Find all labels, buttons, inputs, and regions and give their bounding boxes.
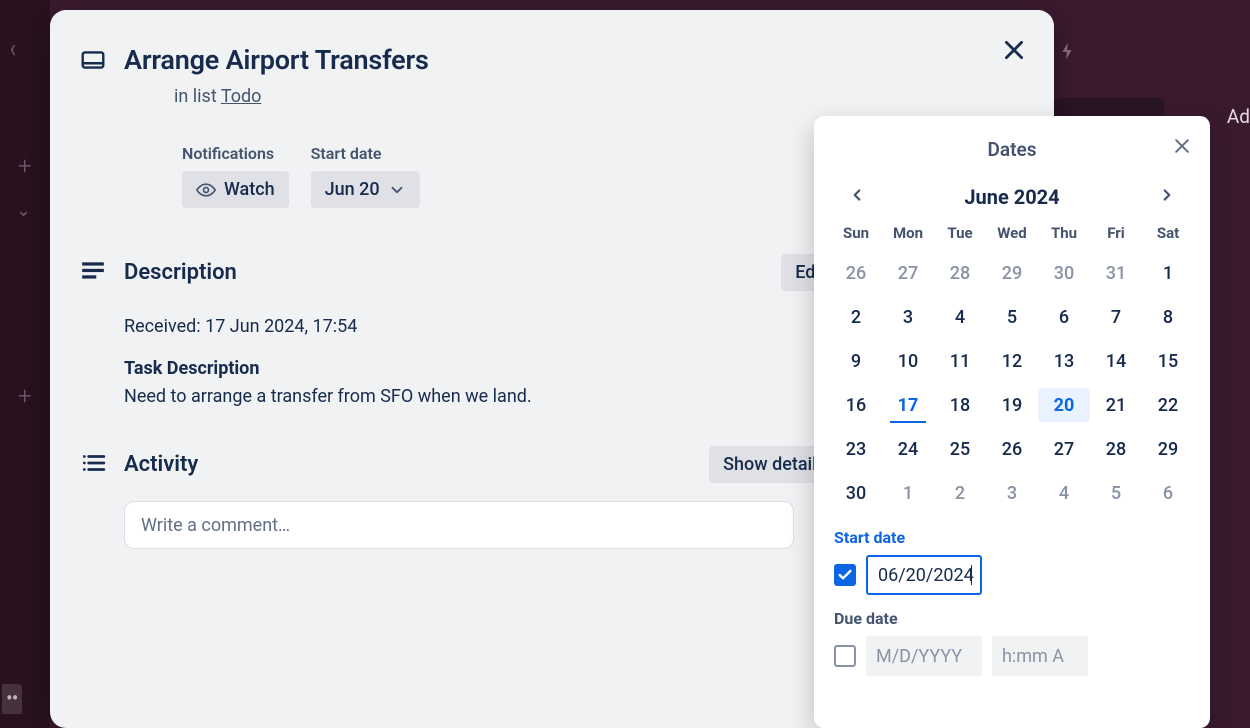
calendar-day[interactable]: 2 (830, 300, 882, 334)
calendar-day[interactable]: 28 (1090, 432, 1142, 466)
sidebar-overflow-icon[interactable]: •• (2, 684, 22, 714)
startdate-field-label: Start date (834, 528, 1190, 547)
calendar-day[interactable]: 16 (830, 388, 882, 422)
calendar-day[interactable]: 28 (934, 256, 986, 290)
bg-add-text: Ad (1227, 105, 1250, 128)
back-chevron-icon[interactable]: › (10, 36, 16, 67)
calendar-day[interactable]: 26 (830, 256, 882, 290)
dates-popover: Dates June 2024 SunMonTueWedThuFriSat262… (814, 116, 1210, 728)
calendar-day[interactable]: 21 (1090, 388, 1142, 422)
notifications-label: Notifications (182, 144, 289, 163)
calendar-day[interactable]: 10 (882, 344, 934, 378)
comment-placeholder: Write a comment… (141, 515, 290, 536)
calendar-day[interactable]: 12 (986, 344, 1038, 378)
calendar-day[interactable]: 8 (1142, 300, 1194, 334)
calendar-day[interactable]: 30 (1038, 256, 1090, 290)
startdate-checkbox[interactable] (834, 564, 856, 586)
comment-input[interactable]: Write a comment… (124, 501, 794, 549)
calendar-day[interactable]: 27 (882, 256, 934, 290)
calendar-day[interactable]: 1 (1142, 256, 1194, 290)
automation-icon (1056, 40, 1078, 66)
activity-heading: Activity (124, 452, 709, 477)
card-title: Arrange Airport Transfers (124, 44, 429, 76)
startdate-input[interactable]: 06/20/2024 (866, 555, 982, 595)
calendar-day[interactable]: 11 (934, 344, 986, 378)
calendar-day[interactable]: 3 (986, 476, 1038, 510)
calendar-day[interactable]: 14 (1090, 344, 1142, 378)
list-link[interactable]: Todo (221, 86, 262, 107)
dow-header: Fri (1090, 224, 1142, 246)
list-breadcrumb: in list Todo (174, 86, 261, 107)
description-heading: Description (124, 260, 781, 285)
prev-month-button[interactable] (842, 180, 872, 214)
duedate-input[interactable]: M/D/YYYY (866, 636, 982, 676)
calendar-day[interactable]: 20 (1038, 388, 1090, 422)
close-button[interactable] (996, 32, 1032, 68)
calendar-day[interactable]: 24 (882, 432, 934, 466)
dow-header: Thu (1038, 224, 1090, 246)
duedate-checkbox[interactable] (834, 645, 856, 667)
dow-header: Sat (1142, 224, 1194, 246)
calendar-day[interactable]: 29 (986, 256, 1038, 290)
sidebar-add-icon[interactable]: + (18, 382, 32, 410)
calendar-day[interactable]: 5 (1090, 476, 1142, 510)
dow-header: Wed (986, 224, 1038, 246)
calendar-day[interactable]: 26 (986, 432, 1038, 466)
desc-subheading: Task Description (124, 355, 810, 383)
dow-header: Mon (882, 224, 934, 246)
calendar-day[interactable]: 23 (830, 432, 882, 466)
startdate-label: Start date (311, 144, 420, 163)
in-list-prefix: in list (174, 86, 221, 107)
startdate-value: Jun 20 (325, 179, 380, 200)
dow-header: Tue (934, 224, 986, 246)
month-label: June 2024 (964, 185, 1059, 209)
calendar-day[interactable]: 13 (1038, 344, 1090, 378)
duedate-field-label: Due date (834, 609, 1190, 628)
calendar-day[interactable]: 30 (830, 476, 882, 510)
desc-received: Received: 17 Jun 2024, 17:54 (124, 313, 810, 341)
card-icon (80, 47, 110, 77)
dow-header: Sun (830, 224, 882, 246)
calendar-day[interactable]: 27 (1038, 432, 1090, 466)
watch-button[interactable]: Watch (182, 171, 289, 208)
calendar-day[interactable]: 6 (1142, 476, 1194, 510)
app-left-rail (0, 0, 50, 728)
startdate-button[interactable]: Jun 20 (311, 171, 420, 208)
sidebar-add-icon[interactable]: + (18, 152, 32, 180)
calendar-day[interactable]: 3 (882, 300, 934, 334)
next-month-button[interactable] (1152, 180, 1182, 214)
description-icon (80, 258, 110, 288)
calendar-day[interactable]: 31 (1090, 256, 1142, 290)
description-body[interactable]: Received: 17 Jun 2024, 17:54 Task Descri… (124, 313, 810, 411)
calendar-day[interactable]: 2 (934, 476, 986, 510)
activity-icon (80, 450, 110, 480)
duetime-input[interactable]: h:mm A (992, 636, 1088, 676)
calendar-day[interactable]: 25 (934, 432, 986, 466)
calendar-grid: SunMonTueWedThuFriSat2627282930311234567… (830, 224, 1194, 510)
desc-text: Need to arrange a transfer from SFO when… (124, 383, 810, 411)
calendar-day[interactable]: 15 (1142, 344, 1194, 378)
calendar-day[interactable]: 29 (1142, 432, 1194, 466)
calendar-day[interactable]: 19 (986, 388, 1038, 422)
calendar-day[interactable]: 4 (1038, 476, 1090, 510)
calendar-day[interactable]: 1 (882, 476, 934, 510)
calendar-day[interactable]: 6 (1038, 300, 1090, 334)
calendar-day[interactable]: 5 (986, 300, 1038, 334)
watch-label: Watch (224, 179, 275, 200)
dates-close-button[interactable] (1172, 136, 1192, 160)
calendar-day[interactable]: 9 (830, 344, 882, 378)
calendar-day[interactable]: 7 (1090, 300, 1142, 334)
dates-title: Dates (988, 138, 1037, 161)
calendar-day[interactable]: 18 (934, 388, 986, 422)
calendar-day[interactable]: 4 (934, 300, 986, 334)
calendar-day[interactable]: 17 (882, 388, 934, 422)
calendar-day[interactable]: 22 (1142, 388, 1194, 422)
sidebar-expand-icon[interactable]: ⌄ (16, 200, 31, 221)
